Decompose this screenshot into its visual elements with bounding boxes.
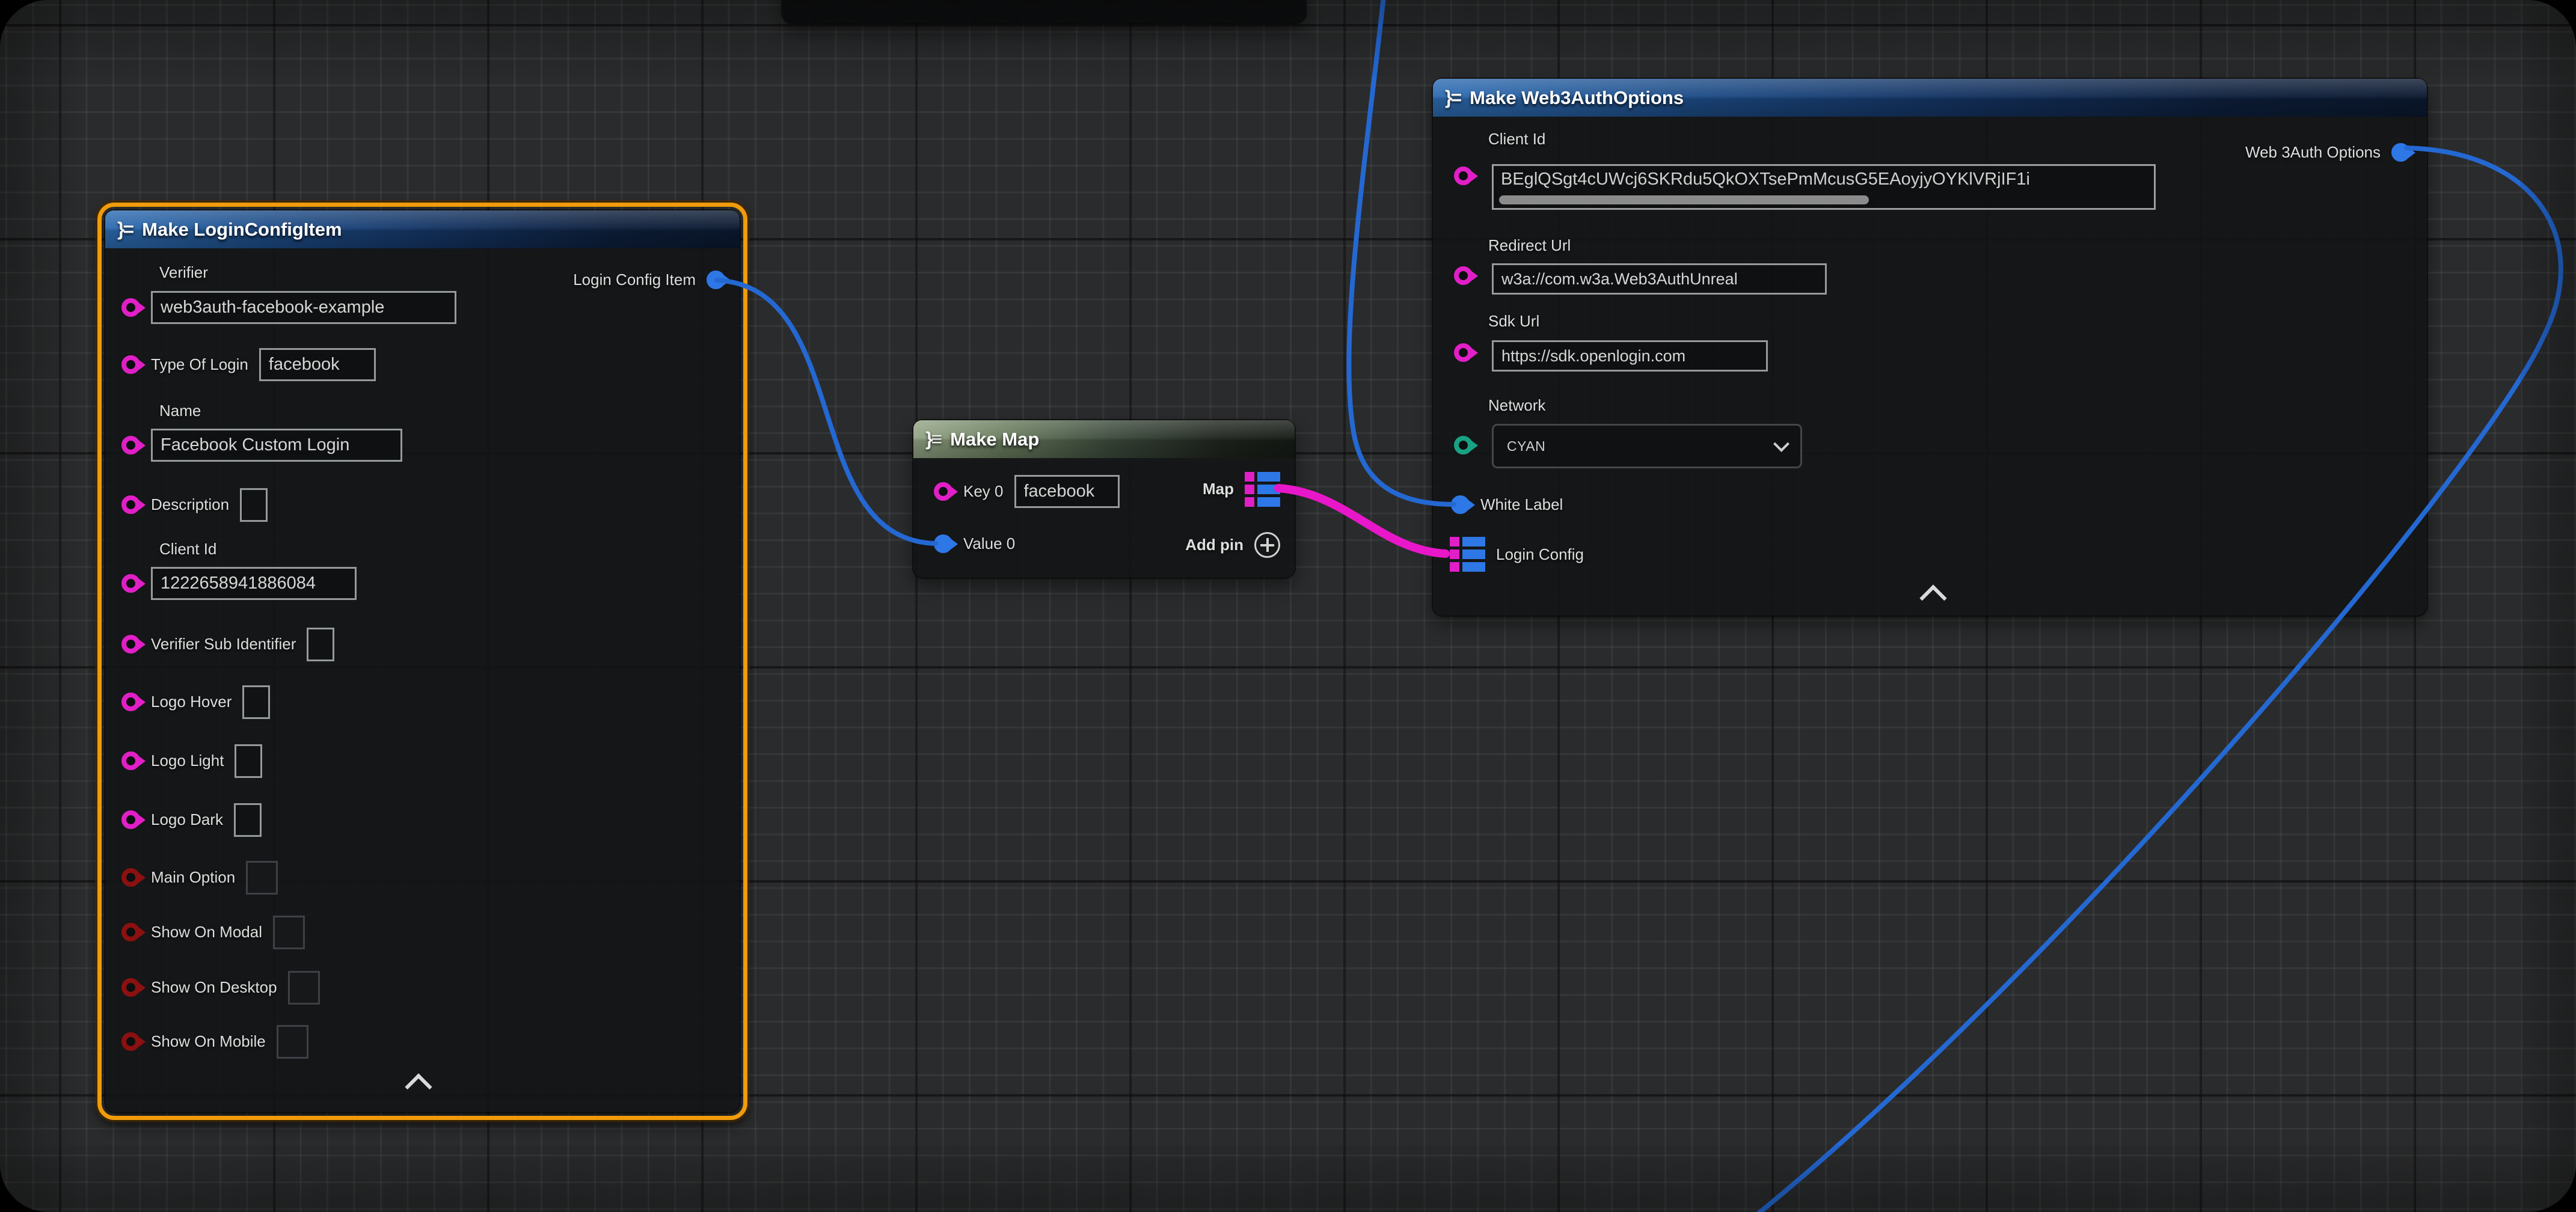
description-input[interactable] <box>240 488 268 522</box>
show-on-mobile-checkbox[interactable] <box>277 1025 308 1059</box>
type-of-login-label: Type Of Login <box>151 355 248 374</box>
client-id-input[interactable] <box>151 567 357 600</box>
logo-light-label: Logo Light <box>151 751 224 770</box>
value0-label: Value 0 <box>963 534 1015 553</box>
node-make-web3auth-options[interactable]: Make Web3AuthOptions Web 3Auth Options C… <box>1433 79 2427 616</box>
sdk-url-pin[interactable] <box>1454 343 1473 362</box>
sdk-url-input[interactable] <box>1492 340 1768 372</box>
logo-dark-input[interactable] <box>234 803 262 837</box>
show-on-desktop-label: Show On Desktop <box>151 978 277 997</box>
description-pin[interactable] <box>121 495 140 514</box>
key0-label: Key 0 <box>963 482 1004 501</box>
login-config-item-output-label: Login Config Item <box>573 271 696 289</box>
blueprint-graph-canvas[interactable]: Make LoginConfigItem Verifier Login Conf… <box>0 0 2576 1212</box>
verifier-input[interactable] <box>151 291 456 324</box>
verifier-sub-identifier-input[interactable] <box>307 628 334 661</box>
client-id-text: BEglQSgt4cUWcj6SKRdu5QkOXTsePmMcusG5EAoy… <box>1501 170 2147 189</box>
node-make-map[interactable]: Make Map Key 0 Map Value 0 Add pin <box>913 420 1295 578</box>
show-on-modal-checkbox[interactable] <box>273 916 305 949</box>
client-id-pin[interactable] <box>1454 167 1473 185</box>
show-on-mobile-pin[interactable] <box>121 1032 140 1051</box>
network-label: Network <box>1488 396 1545 415</box>
name-pin[interactable] <box>121 436 140 454</box>
client-id-pin[interactable] <box>121 574 140 593</box>
make-struct-icon <box>1445 87 1460 109</box>
show-on-desktop-pin[interactable] <box>121 978 140 997</box>
add-pin-label: Add pin <box>1185 536 1244 554</box>
logo-light-input[interactable] <box>235 744 262 778</box>
description-label: Description <box>151 495 229 514</box>
client-id-input[interactable]: BEglQSgt4cUWcj6SKRdu5QkOXTsePmMcusG5EAoy… <box>1492 164 2156 210</box>
network-dropdown[interactable]: CYAN <box>1492 424 1802 468</box>
node-make-login-config-item[interactable]: Make LoginConfigItem Verifier Login Conf… <box>105 210 740 1112</box>
name-label: Name <box>159 402 201 420</box>
key0-input[interactable] <box>1014 475 1120 508</box>
verifier-sub-identifier-pin[interactable] <box>121 635 140 653</box>
verifier-pin[interactable] <box>121 298 140 317</box>
node-title: Make Map <box>950 429 1039 450</box>
redirect-url-input[interactable] <box>1492 263 1827 295</box>
network-selected-value: CYAN <box>1507 438 1545 454</box>
node-header[interactable]: Make Map <box>913 420 1295 458</box>
collapse-node-chevron-icon[interactable] <box>405 1073 432 1100</box>
client-id-label: Client Id <box>159 540 216 559</box>
client-id-hscrollbar[interactable] <box>1499 195 1869 204</box>
map-output-label: Map <box>1203 480 1234 498</box>
redirect-url-pin[interactable] <box>1454 266 1473 285</box>
redirect-url-label: Redirect Url <box>1488 236 1571 255</box>
collapse-node-chevron-icon[interactable] <box>1919 584 1946 611</box>
logo-dark-label: Logo Dark <box>151 810 223 829</box>
node-header[interactable]: Make Web3AuthOptions <box>1433 79 2427 117</box>
main-option-label: Main Option <box>151 868 235 887</box>
make-map-icon <box>925 428 940 450</box>
name-input[interactable] <box>151 429 402 462</box>
type-of-login-pin[interactable] <box>121 355 140 374</box>
add-pin-button[interactable] <box>1254 532 1280 558</box>
logo-light-pin[interactable] <box>121 751 140 770</box>
node-title: Make LoginConfigItem <box>142 219 342 240</box>
verifier-sub-identifier-label: Verifier Sub Identifier <box>151 635 296 653</box>
white-label-label: White Label <box>1480 495 1563 514</box>
node-partial-top[interactable] <box>782 0 1305 23</box>
make-struct-icon <box>117 218 132 240</box>
network-pin[interactable] <box>1454 436 1473 454</box>
node-title: Make Web3AuthOptions <box>1470 87 1684 109</box>
key0-pin[interactable] <box>934 482 952 501</box>
client-id-label: Client Id <box>1488 130 1545 148</box>
main-option-pin[interactable] <box>121 868 140 887</box>
web3auth-options-output-label: Web 3Auth Options <box>2245 143 2381 162</box>
verifier-label: Verifier <box>159 263 208 282</box>
node-header[interactable]: Make LoginConfigItem <box>105 210 740 248</box>
logo-hover-input[interactable] <box>242 685 270 719</box>
type-of-login-input[interactable] <box>259 348 376 381</box>
show-on-mobile-label: Show On Mobile <box>151 1032 266 1051</box>
logo-hover-pin[interactable] <box>121 693 140 711</box>
logo-dark-pin[interactable] <box>121 810 140 829</box>
wire-map-to-login-config[interactable] <box>1278 488 1446 554</box>
show-on-modal-pin[interactable] <box>121 923 140 941</box>
show-on-modal-label: Show On Modal <box>151 923 262 941</box>
login-config-label: Login Config <box>1496 545 1584 564</box>
chevron-down-icon <box>1773 436 1789 452</box>
wire-login-config-item-to-value0[interactable] <box>717 280 936 543</box>
show-on-desktop-checkbox[interactable] <box>288 971 320 1005</box>
login-config-pin[interactable] <box>1450 537 1485 572</box>
logo-hover-label: Logo Hover <box>151 693 232 711</box>
main-option-checkbox[interactable] <box>246 861 278 895</box>
sdk-url-label: Sdk Url <box>1488 312 1539 331</box>
